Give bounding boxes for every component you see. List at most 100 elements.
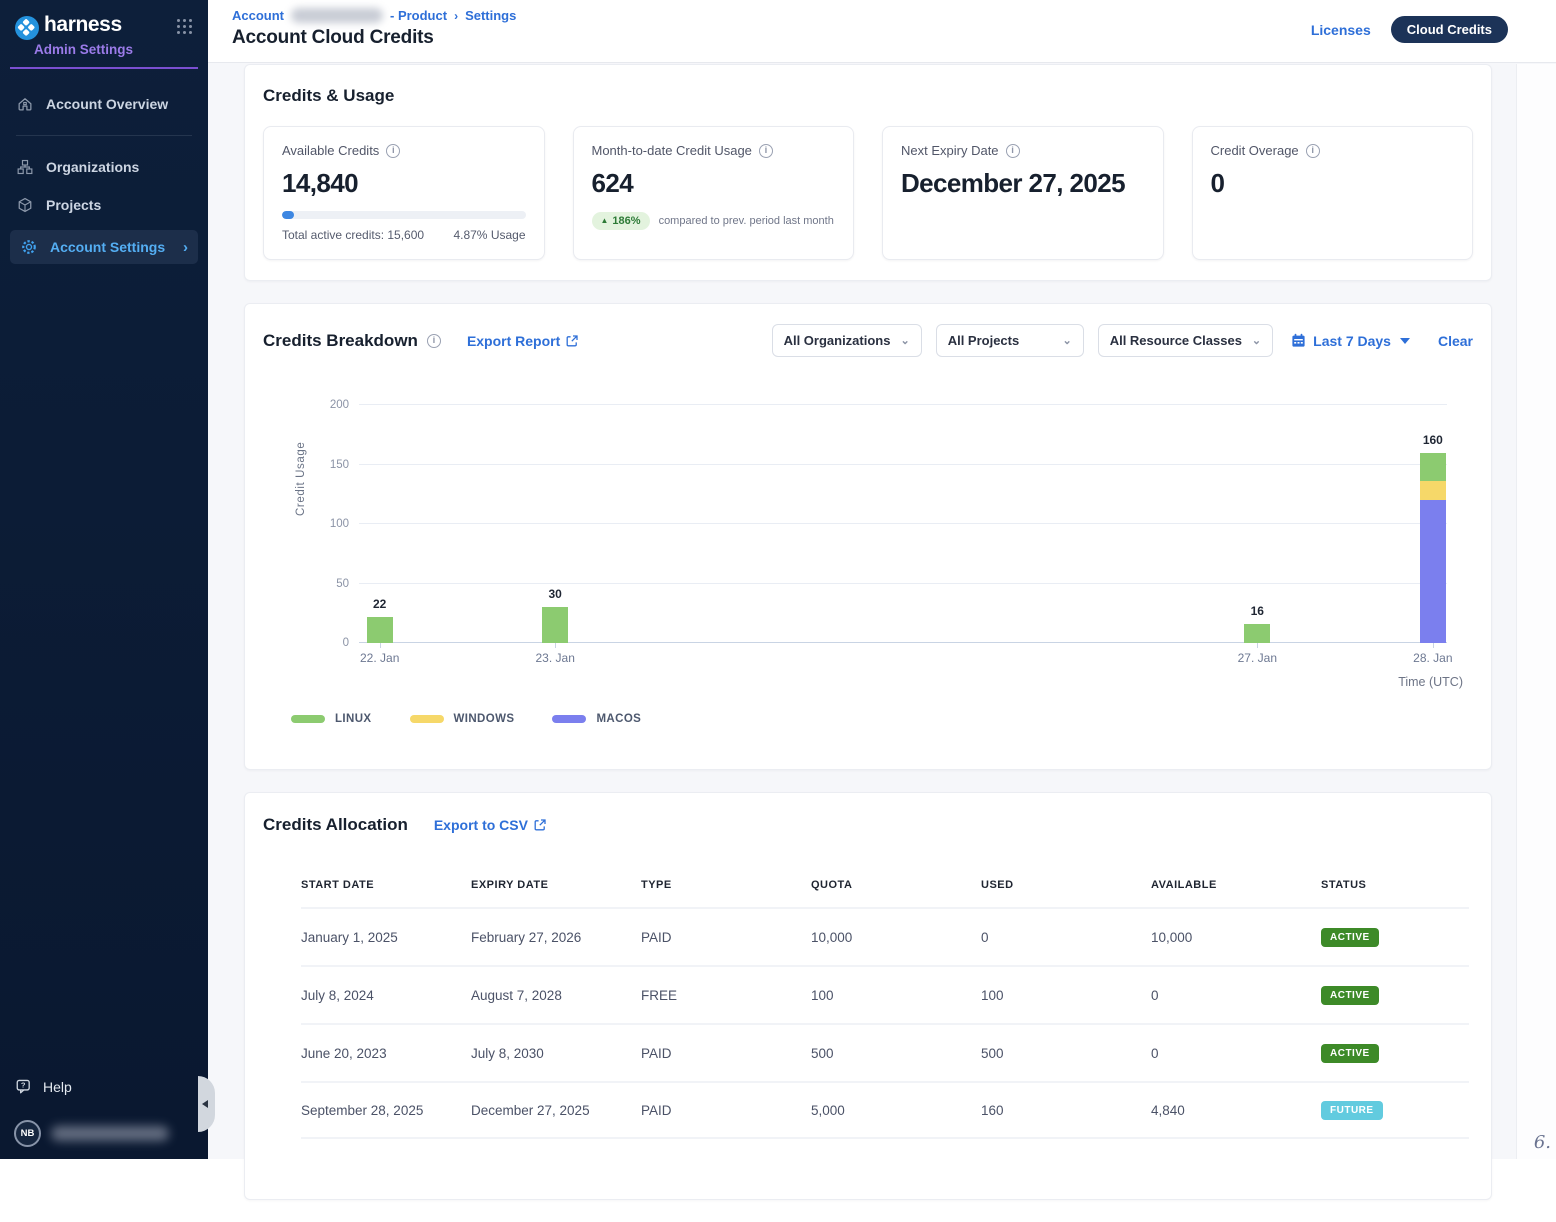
- cube-icon: [16, 196, 34, 214]
- info-icon[interactable]: [1306, 144, 1320, 158]
- bar-22-jan[interactable]: [367, 617, 393, 643]
- y-tick-label: 200: [309, 399, 349, 411]
- home-icon: [16, 95, 34, 113]
- gridline: [359, 583, 1447, 584]
- chevron-down-icon: ⌄: [1252, 334, 1261, 347]
- chevron-down-icon: ⌄: [1062, 334, 1071, 347]
- sidebar-item-label: Account Settings: [50, 239, 165, 255]
- cloud-credits-button[interactable]: Cloud Credits: [1391, 16, 1508, 43]
- cell-quota: 10,000: [811, 930, 981, 945]
- next-expiry-label: Next Expiry Date: [901, 143, 999, 158]
- legend-item-linux[interactable]: LINUX: [291, 713, 372, 725]
- bar-value-label: 22: [350, 597, 410, 611]
- bar-segment-windows[interactable]: [1420, 481, 1446, 500]
- user-row[interactable]: NB: [14, 1120, 194, 1147]
- x-tick: [380, 643, 381, 648]
- clear-filters-link[interactable]: Clear: [1438, 333, 1473, 349]
- info-icon[interactable]: [427, 334, 441, 348]
- legend-label: MACOS: [596, 713, 641, 725]
- cell-start: September 28, 2025: [301, 1103, 471, 1118]
- help-button[interactable]: ? Help: [14, 1078, 194, 1096]
- bar-28-jan[interactable]: [1420, 453, 1446, 643]
- resource-classes-dropdown[interactable]: All Resource Classes ⌄: [1098, 324, 1273, 357]
- y-tick-label: 150: [309, 459, 349, 471]
- legend-item-windows[interactable]: WINDOWS: [410, 713, 515, 725]
- breadcrumb-separator-icon: ›: [454, 9, 458, 23]
- bar-segment-linux[interactable]: [542, 607, 568, 643]
- sidebar-divider: [16, 135, 192, 136]
- date-range-value: Last 7 Days: [1313, 333, 1391, 349]
- cell-expiry: December 27, 2025: [471, 1103, 641, 1118]
- sidebar-divider-accent: [10, 67, 198, 69]
- gridline: [359, 404, 1447, 405]
- calendar-icon: [1291, 333, 1306, 348]
- cell-start: January 1, 2025: [301, 930, 471, 945]
- legend-swatch: [291, 715, 325, 723]
- status-badge: ACTIVE: [1321, 986, 1379, 1005]
- legend-swatch: [552, 715, 586, 723]
- sidebar-collapse-handle[interactable]: [198, 1076, 215, 1132]
- bar-segment-linux[interactable]: [1244, 624, 1270, 643]
- sidebar-item-account-overview[interactable]: Account Overview: [0, 85, 208, 123]
- cell-expiry: July 8, 2030: [471, 1046, 641, 1061]
- info-icon[interactable]: [386, 144, 400, 158]
- licenses-link[interactable]: Licenses: [1311, 22, 1371, 38]
- brand-name: harness: [44, 13, 122, 37]
- status-badge: ACTIVE: [1321, 928, 1379, 947]
- bar-27-jan[interactable]: [1244, 624, 1270, 643]
- help-label: Help: [43, 1079, 72, 1095]
- help-chat-icon: ?: [14, 1078, 33, 1096]
- sidebar-item-organizations[interactable]: Organizations: [0, 148, 208, 186]
- table-row[interactable]: July 8, 2024August 7, 2028FREE1001000ACT…: [301, 965, 1469, 1023]
- organizations-dropdown[interactable]: All Organizations ⌄: [772, 324, 922, 357]
- sidebar: harness Admin Settings Account Overview …: [0, 0, 208, 1159]
- scroll-gutter[interactable]: [1516, 64, 1556, 1159]
- harness-logo-icon: [14, 15, 40, 41]
- legend-item-macos[interactable]: MACOS: [552, 713, 641, 725]
- chart-x-axis-label: Time (UTC): [1398, 675, 1463, 689]
- breadcrumb-account-link[interactable]: Account: [232, 8, 284, 23]
- export-csv-link[interactable]: Export to CSV: [434, 817, 546, 833]
- column-header: STATUS: [1321, 879, 1451, 891]
- up-arrow-icon: ▲: [601, 216, 609, 225]
- sidebar-item-account-settings[interactable]: Account Settings ›: [10, 230, 198, 264]
- chevron-right-icon: ›: [183, 239, 188, 256]
- breadcrumb-product-link[interactable]: - Product: [390, 8, 447, 23]
- cell-type: PAID: [641, 1103, 811, 1118]
- avatar[interactable]: NB: [14, 1120, 41, 1147]
- mtd-usage-label: Month-to-date Credit Usage: [592, 143, 752, 158]
- projects-dropdown[interactable]: All Projects ⌄: [936, 324, 1084, 357]
- module-subtitle: Admin Settings: [0, 42, 208, 57]
- status-badge: ACTIVE: [1321, 1044, 1379, 1063]
- info-icon[interactable]: [1006, 144, 1020, 158]
- credits-breakdown-title: Credits Breakdown: [263, 331, 418, 351]
- table-row[interactable]: January 1, 2025February 27, 2026PAID10,0…: [301, 907, 1469, 965]
- info-icon[interactable]: [759, 144, 773, 158]
- cell-expiry: August 7, 2028: [471, 988, 641, 1003]
- table-row[interactable]: September 28, 2025December 27, 2025PAID5…: [301, 1081, 1469, 1139]
- column-header: QUOTA: [811, 879, 981, 891]
- projects-dropdown-value: All Projects: [948, 333, 1020, 348]
- date-range-picker[interactable]: Last 7 Days: [1291, 333, 1410, 349]
- legend-label: LINUX: [335, 713, 372, 725]
- export-report-link[interactable]: Export Report: [467, 333, 578, 349]
- sidebar-item-projects[interactable]: Projects: [0, 186, 208, 224]
- table-row[interactable]: June 20, 2023July 8, 2030PAID5005000ACTI…: [301, 1023, 1469, 1081]
- x-tick: [1433, 643, 1434, 648]
- table-header-row: START DATEEXPIRY DATETYPEQUOTAUSEDAVAILA…: [301, 879, 1469, 907]
- next-expiry-value: December 27, 2025: [901, 167, 1145, 200]
- bar-segment-linux[interactable]: [1420, 453, 1446, 482]
- sidebar-item-label: Account Overview: [46, 96, 168, 112]
- breadcrumb-settings-link[interactable]: Settings: [465, 8, 516, 23]
- usage-percent-text: 4.87% Usage: [453, 228, 525, 242]
- bar-23-jan[interactable]: [542, 607, 568, 643]
- bar-segment-linux[interactable]: [367, 617, 393, 643]
- bar-value-label: 30: [525, 587, 585, 601]
- credits-allocation-panel: Credits Allocation Export to CSV START D…: [244, 792, 1492, 1200]
- app-grid-icon[interactable]: [177, 19, 192, 34]
- bar-segment-macos[interactable]: [1420, 500, 1446, 643]
- column-header: AVAILABLE: [1151, 879, 1321, 891]
- bar-value-label: 160: [1403, 433, 1463, 447]
- cell-type: PAID: [641, 930, 811, 945]
- credits-allocation-title: Credits Allocation: [263, 815, 408, 835]
